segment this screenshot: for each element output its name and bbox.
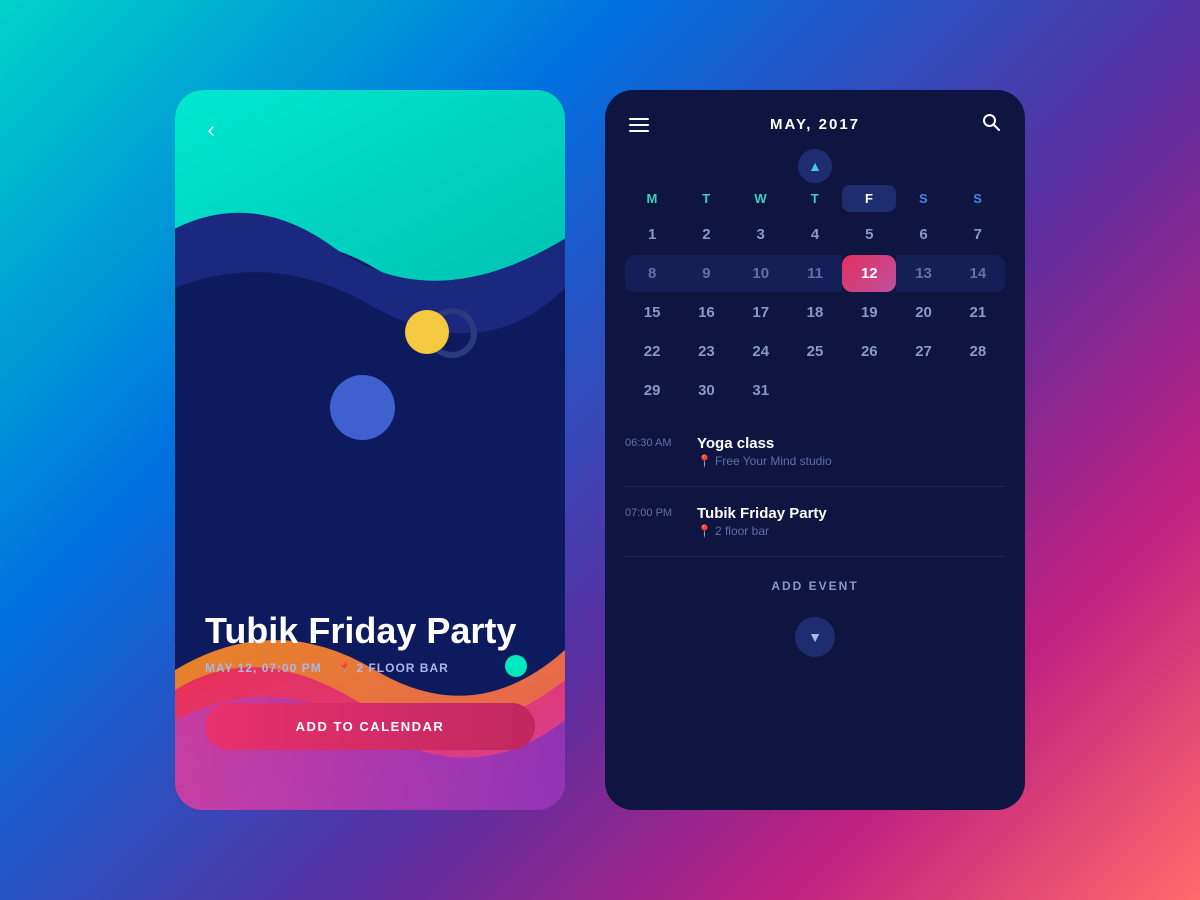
add-event-button[interactable]: ADD EVENT [625, 565, 1005, 607]
day-header-fri: F [842, 185, 896, 212]
calendar-weeks: 1 2 3 4 5 6 7 8 9 10 11 12 13 14 15 16 [625, 216, 1005, 409]
event-location-text: 2 FLOOR BAR [356, 661, 448, 675]
calendar-day-empty [788, 372, 842, 409]
event-date: MAY 12, 07:00 PM [205, 661, 322, 675]
calendar-day[interactable]: 31 [734, 372, 788, 409]
events-divider [625, 486, 1005, 487]
calendar-day[interactable]: 11 [788, 255, 842, 292]
calendar-day[interactable]: 4 [788, 216, 842, 253]
calendar-day[interactable]: 24 [734, 333, 788, 370]
calendar-day[interactable]: 6 [896, 216, 950, 253]
calendar-day[interactable]: 10 [734, 255, 788, 292]
calendar-day[interactable]: 7 [951, 216, 1005, 253]
calendar-day[interactable]: 21 [951, 294, 1005, 331]
event-title: Tubik Friday Party [205, 610, 516, 651]
calendar-day[interactable]: 27 [896, 333, 950, 370]
event-place-party: 📍 2 floor bar [697, 524, 1005, 538]
calendar-day[interactable]: 2 [679, 216, 733, 253]
event-name-yoga: Yoga class [697, 435, 1005, 452]
calendar-day[interactable]: 14 [951, 255, 1005, 292]
event-meta: MAY 12, 07:00 PM 📍 2 FLOOR BAR [205, 661, 449, 675]
event-time-yoga: 06:30 AM [625, 435, 683, 468]
calendar-day[interactable]: 9 [679, 255, 733, 292]
decorative-circle-blue [330, 375, 395, 440]
day-headers: M T W T F S S [625, 185, 1005, 212]
calendar-day[interactable]: 18 [788, 294, 842, 331]
day-header-mon: M [625, 185, 679, 212]
calendar-week-1: 1 2 3 4 5 6 7 [625, 216, 1005, 253]
calendar-day[interactable]: 5 [842, 216, 896, 253]
pin-icon-yoga: 📍 [697, 454, 712, 468]
calendar-day[interactable]: 1 [625, 216, 679, 253]
calendar-day-selected[interactable]: 12 [842, 255, 896, 292]
calendar-day[interactable]: 19 [842, 294, 896, 331]
calendar-day[interactable]: 26 [842, 333, 896, 370]
event-location: 📍 2 FLOOR BAR [338, 661, 449, 675]
calendar-day-empty [951, 372, 1005, 409]
calendar-grid: M T W T F S S 1 2 3 4 5 6 7 8 9 1 [605, 185, 1025, 409]
calendar-day[interactable]: 25 [788, 333, 842, 370]
event-location-yoga: Free Your Mind studio [715, 454, 832, 468]
event-details-party: Tubik Friday Party 📍 2 floor bar [697, 505, 1005, 538]
pin-icon: 📍 [338, 662, 353, 675]
event-location-party: 2 floor bar [715, 524, 769, 538]
calendar-day[interactable]: 13 [896, 255, 950, 292]
chevron-down-section: ▼ [625, 607, 1005, 677]
day-header-thu: T [788, 185, 842, 212]
day-header-sat: S [896, 185, 950, 212]
event-detail-card: ‹ [175, 90, 565, 810]
search-button[interactable] [981, 112, 1001, 137]
add-event-label: ADD EVENT [771, 579, 858, 593]
chevron-up-button[interactable]: ▲ [605, 149, 1025, 183]
chevron-up-circle[interactable]: ▲ [798, 149, 832, 183]
event-item-yoga[interactable]: 06:30 AM Yoga class 📍 Free Your Mind stu… [625, 425, 1005, 478]
event-content: Tubik Friday Party MAY 12, 07:00 PM 📍 2 … [175, 610, 565, 810]
event-details-yoga: Yoga class 📍 Free Your Mind studio [697, 435, 1005, 468]
hamburger-line-2 [629, 124, 649, 126]
calendar-day[interactable]: 28 [951, 333, 1005, 370]
calendar-day[interactable]: 17 [734, 294, 788, 331]
calendar-day[interactable]: 22 [625, 333, 679, 370]
day-header-tue: T [679, 185, 733, 212]
calendar-week-4: 22 23 24 25 26 27 28 [625, 333, 1005, 370]
pin-icon-party: 📍 [697, 524, 712, 538]
event-name-party: Tubik Friday Party [697, 505, 1005, 522]
calendar-day[interactable]: 15 [625, 294, 679, 331]
calendar-day[interactable]: 16 [679, 294, 733, 331]
day-header-sun: S [951, 185, 1005, 212]
calendar-day[interactable]: 8 [625, 255, 679, 292]
menu-button[interactable] [629, 118, 649, 132]
calendar-week-2: 8 9 10 11 12 13 14 [625, 255, 1005, 292]
event-item-party[interactable]: 07:00 PM Tubik Friday Party 📍 2 floor ba… [625, 495, 1005, 548]
calendar-day[interactable]: 3 [734, 216, 788, 253]
calendar-header: MAY, 2017 [605, 90, 1025, 145]
back-button[interactable]: ‹ [195, 114, 227, 146]
calendar-card: MAY, 2017 ▲ M T W T F S S 1 [605, 90, 1025, 810]
decorative-circle-yellow [405, 310, 449, 354]
event-place-yoga: 📍 Free Your Mind studio [697, 454, 1005, 468]
hamburger-line-1 [629, 118, 649, 120]
calendar-month-title: MAY, 2017 [770, 116, 860, 133]
back-icon: ‹ [207, 117, 214, 143]
chevron-down-button[interactable]: ▼ [795, 617, 835, 657]
calendar-day[interactable]: 23 [679, 333, 733, 370]
event-time-party: 07:00 PM [625, 505, 683, 538]
add-event-divider [625, 556, 1005, 557]
events-section: 06:30 AM Yoga class 📍 Free Your Mind stu… [605, 409, 1025, 810]
calendar-day[interactable]: 30 [679, 372, 733, 409]
calendar-day[interactable]: 29 [625, 372, 679, 409]
calendar-day-empty [896, 372, 950, 409]
hamburger-line-3 [629, 130, 649, 132]
calendar-week-3: 15 16 17 18 19 20 21 [625, 294, 1005, 331]
calendar-week-5: 29 30 31 [625, 372, 1005, 409]
chevron-down-icon: ▼ [808, 629, 822, 645]
add-to-calendar-button[interactable]: ADD TO CALENDAR [205, 703, 535, 750]
day-header-wed: W [734, 185, 788, 212]
calendar-day[interactable]: 20 [896, 294, 950, 331]
calendar-day-empty [842, 372, 896, 409]
chevron-up-icon: ▲ [808, 158, 822, 174]
